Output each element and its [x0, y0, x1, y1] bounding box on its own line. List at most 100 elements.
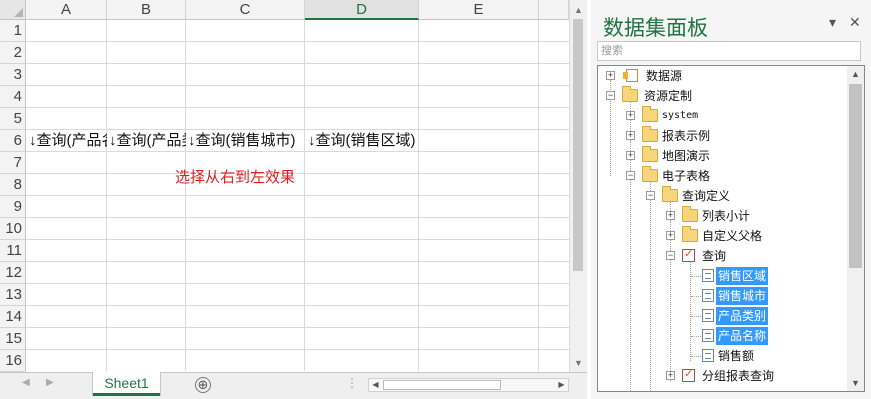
field-icon [702, 289, 714, 302]
expand-icon[interactable]: + [666, 231, 675, 240]
row-header-15[interactable]: 15 [0, 328, 26, 350]
tree-node-label: 数据源 [646, 69, 683, 83]
scroll-down-arrow-icon[interactable]: ▼ [847, 375, 864, 391]
expand-icon[interactable]: + [606, 71, 615, 80]
row-header-11[interactable]: 11 [0, 240, 26, 262]
tab-next-icon[interactable]: ▶ [46, 377, 54, 388]
column-header-f[interactable] [539, 0, 569, 20]
tree-connector [691, 336, 701, 337]
tree-node-label: 销售城市 [716, 287, 769, 305]
row-header-5[interactable]: 5 [0, 108, 26, 130]
cell-d6[interactable]: ↓查询(销售区域) [306, 130, 419, 152]
dataset-panel: 数据集面板 ▾ ✕ 搜索 + 数据源 − 资源定制 + system + 报表示… [591, 0, 871, 399]
row-header-10[interactable]: 10 [0, 218, 26, 240]
row-header-6[interactable]: 6 [0, 130, 26, 152]
folder-icon [662, 186, 678, 202]
scroll-up-arrow-icon[interactable]: ▲ [847, 66, 864, 82]
gridline [26, 173, 569, 174]
column-header-d[interactable]: D [305, 0, 419, 20]
gridline [26, 41, 569, 42]
close-icon[interactable]: ✕ [849, 14, 861, 31]
cell-b6[interactable]: ↓查询(产品类别) [107, 130, 186, 152]
field-icon [702, 349, 714, 362]
field-icon [702, 269, 714, 282]
panel-menu-icon[interactable]: ▾ [829, 14, 836, 31]
tree-node-label: 资源定制 [644, 89, 693, 103]
datasource-icon [623, 69, 638, 82]
tab-sheet1[interactable]: Sheet1 [93, 372, 160, 396]
row-header-12[interactable]: 12 [0, 262, 26, 284]
gridline [26, 85, 569, 86]
column-header-a[interactable]: A [26, 0, 107, 20]
scroll-up-arrow-icon[interactable]: ▲ [570, 2, 587, 18]
column-header-c[interactable]: C [186, 0, 305, 20]
cell-c6[interactable]: ↓查询(销售城市) [186, 130, 305, 152]
column-header-b[interactable]: B [107, 0, 186, 20]
gridline [26, 305, 569, 306]
collapse-icon[interactable]: − [646, 191, 655, 200]
gridline [26, 283, 569, 284]
collapse-icon[interactable]: − [666, 251, 675, 260]
tree-connector [670, 201, 671, 381]
scroll-thumb[interactable] [573, 19, 583, 271]
dataset-tree[interactable]: + 数据源 − 资源定制 + system + 报表示例 + 地图演示 − 电子… [597, 65, 865, 392]
expand-icon[interactable]: + [666, 371, 675, 380]
row-header-16[interactable]: 16 [0, 350, 26, 372]
tree-node-label: 报表示例 [662, 129, 711, 143]
folder-icon [682, 226, 698, 242]
collapse-icon[interactable]: − [606, 91, 615, 100]
tree-node-label: 查询 [702, 249, 727, 263]
tree-node-label: 地图演示 [662, 149, 711, 163]
scroll-left-arrow-icon[interactable]: ◀ [369, 379, 382, 391]
sheet-tab-bar: ◀ ▶ Sheet1 ⊕ ⋮ ◀ ▶ [0, 372, 587, 399]
expand-icon[interactable]: + [666, 211, 675, 220]
tree-node-label: 产品名称 [716, 327, 769, 345]
panel-title: 数据集面板 [603, 17, 708, 40]
scroll-down-arrow-icon[interactable]: ▼ [570, 355, 587, 371]
row-header-4[interactable]: 4 [0, 86, 26, 108]
horizontal-scroll-thumb[interactable] [383, 380, 501, 390]
tree-node-label: 电子表格 [662, 169, 711, 183]
tree-connector [650, 181, 651, 391]
row-header-7[interactable]: 7 [0, 152, 26, 174]
tree-scrollbar[interactable]: ▲ ▼ [847, 66, 864, 391]
tab-prev-icon[interactable]: ◀ [22, 377, 30, 388]
folder-icon [642, 146, 658, 162]
tree-node-label: 产品类别 [716, 307, 769, 325]
column-header-e[interactable]: E [419, 0, 539, 20]
folder-icon [642, 106, 658, 122]
gridline [26, 349, 569, 350]
query-icon [682, 367, 695, 382]
tree-connector [691, 276, 701, 277]
row-header-8[interactable]: 8 [0, 174, 26, 196]
row-header-3[interactable]: 3 [0, 64, 26, 86]
row-header-2[interactable]: 2 [0, 42, 26, 64]
collapse-icon[interactable]: − [626, 171, 635, 180]
row-header-13[interactable]: 13 [0, 284, 26, 306]
note-text: 选择从右到左效果 [175, 169, 296, 186]
tree-scroll-thumb[interactable] [849, 84, 862, 268]
row-header-1[interactable]: 1 [0, 20, 26, 42]
tree-node-label: 销售区域 [716, 267, 769, 285]
select-all-button[interactable] [0, 0, 26, 20]
tree-node-label: 销售额 [718, 349, 755, 363]
tree-connector [630, 101, 631, 391]
horizontal-scrollbar[interactable]: ◀ ▶ [368, 378, 569, 392]
folder-icon [642, 126, 658, 142]
search-input[interactable]: 搜索 [597, 41, 861, 61]
field-icon [702, 309, 714, 322]
vertical-scrollbar[interactable]: ▲ ▼ [569, 0, 587, 372]
expand-icon[interactable]: + [626, 131, 635, 140]
cell-a6[interactable]: ↓查询(产品名称) [27, 130, 107, 152]
add-sheet-button[interactable]: ⊕ [195, 377, 211, 393]
tree-node-label: 自定义父格 [702, 229, 763, 243]
row-header-9[interactable]: 9 [0, 196, 26, 218]
split-handle-icon[interactable]: ⋮ [346, 376, 358, 390]
expand-icon[interactable]: + [626, 111, 635, 120]
scroll-right-arrow-icon[interactable]: ▶ [555, 379, 568, 391]
spreadsheet: A B C D E 1 2 3 4 5 6 7 8 9 10 11 12 13 … [0, 0, 587, 399]
tree-connector [691, 296, 701, 297]
tree-connector [691, 316, 701, 317]
row-header-14[interactable]: 14 [0, 306, 26, 328]
expand-icon[interactable]: + [626, 151, 635, 160]
